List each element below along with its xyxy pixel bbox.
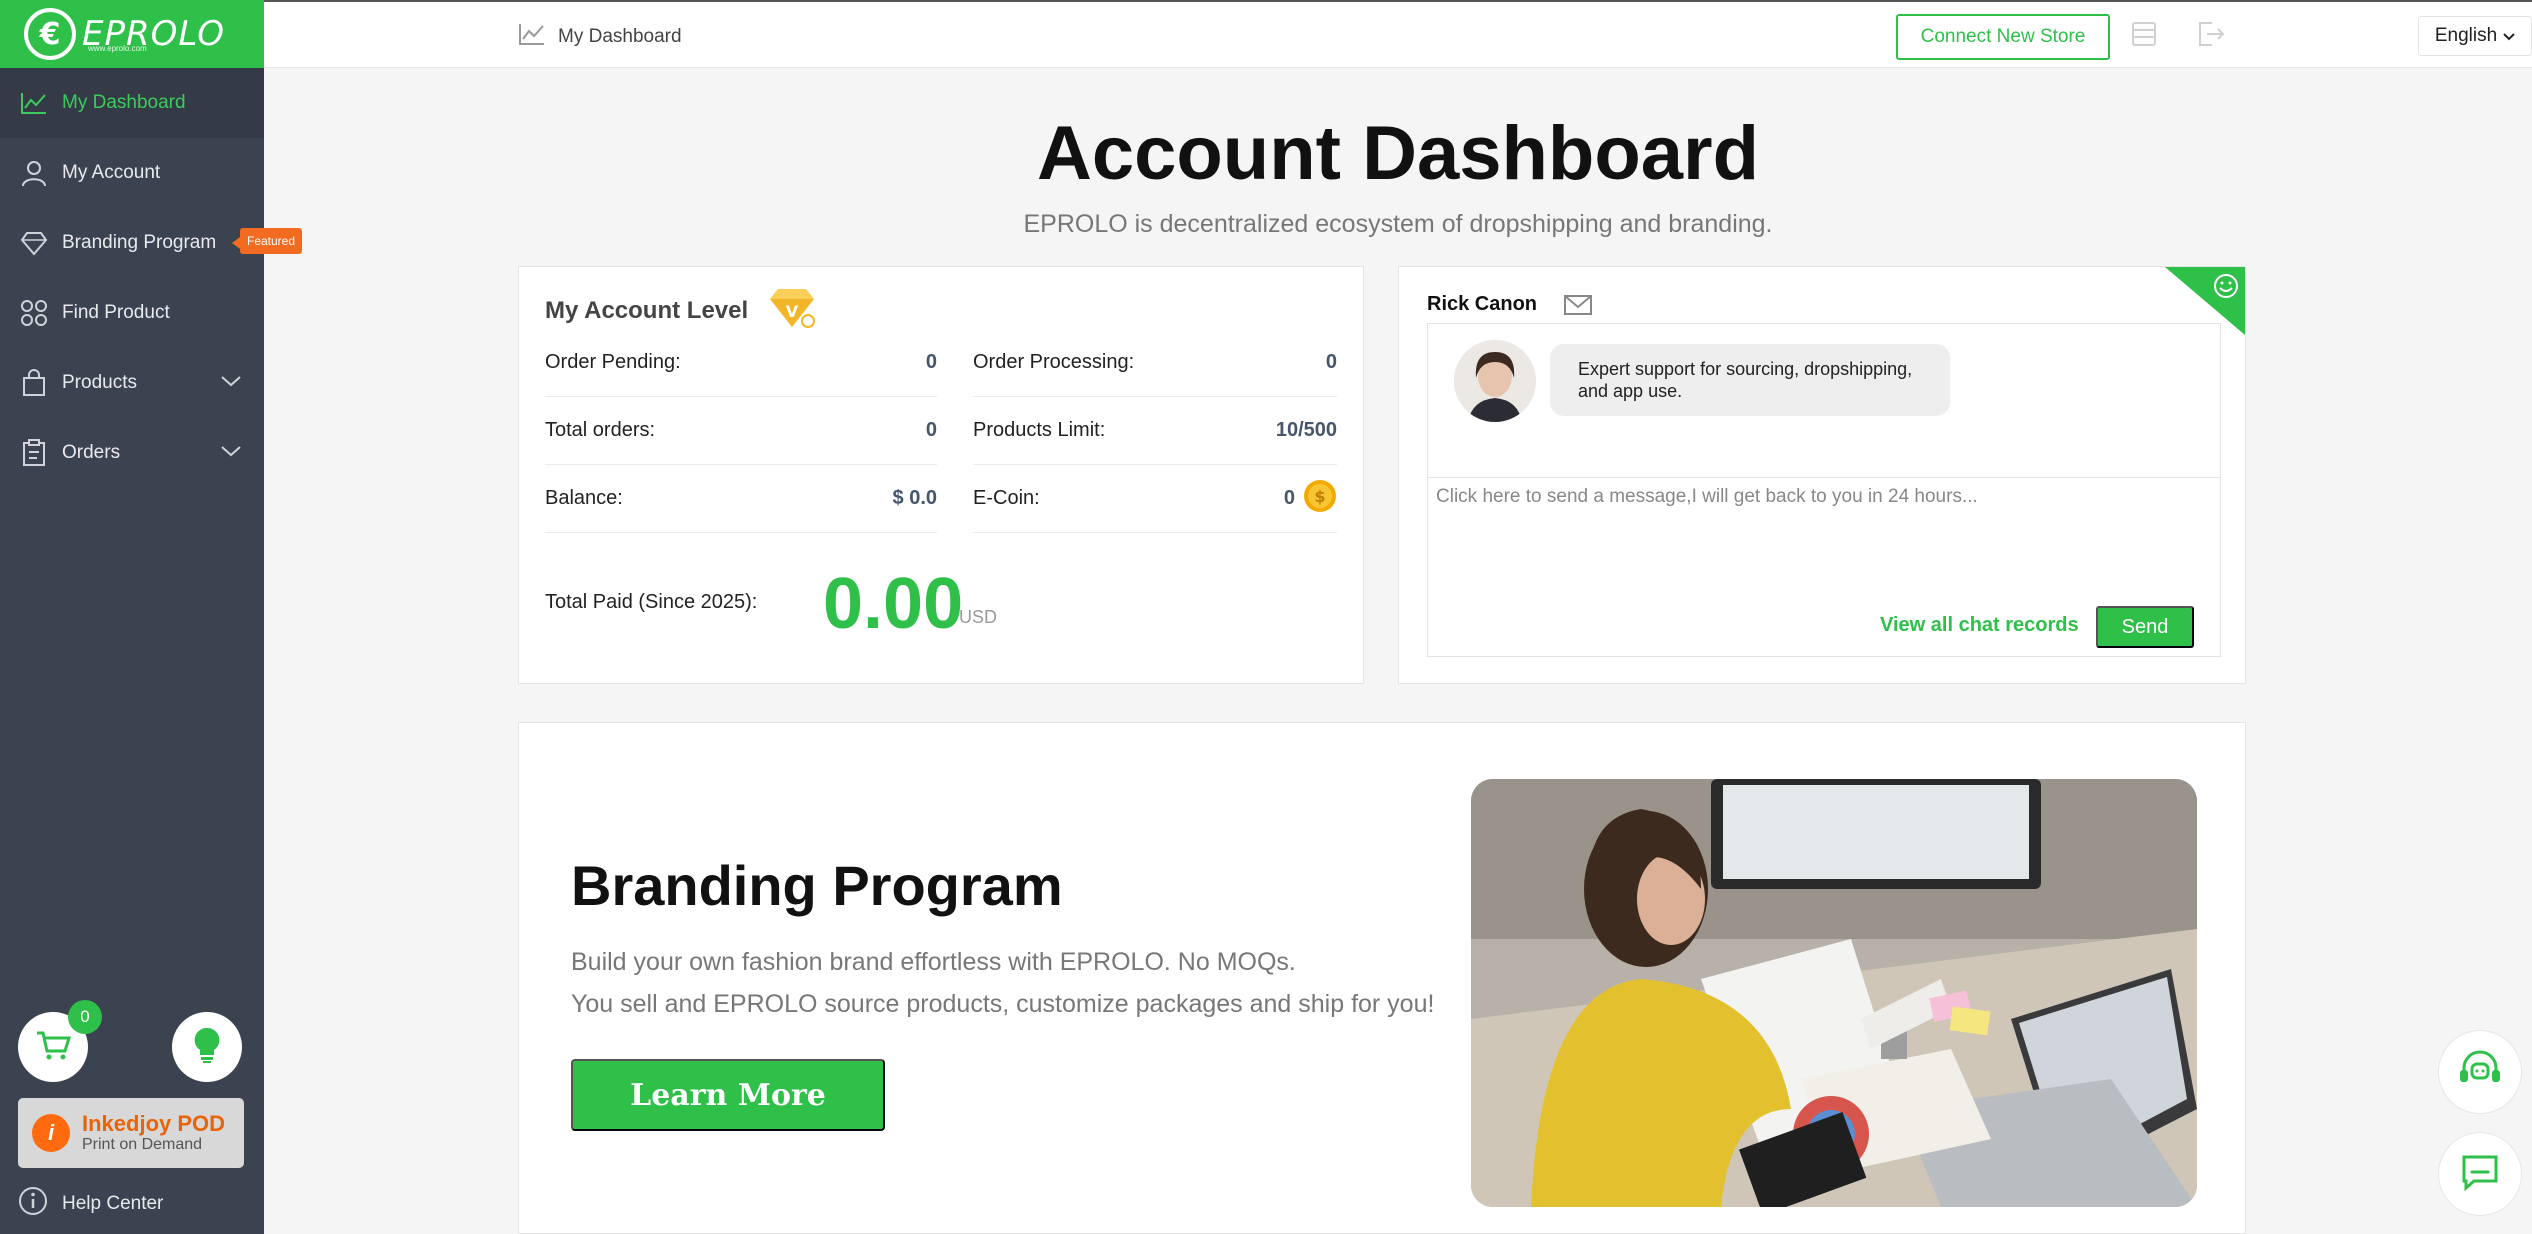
branding-photo <box>1471 779 2197 1207</box>
order-processing-label: Order Processing: <box>973 351 1135 373</box>
sidebar: € EPROLO www.eprolo.com My Dashboard My … <box>0 0 303 1234</box>
chat-message-bubble: Expert support for sourcing, dropshippin… <box>1550 344 1950 416</box>
order-pending-value: 0 <box>925 351 937 373</box>
support-chat-card: Rick Canon Expert support for sourcing, … <box>1398 266 2246 684</box>
send-button[interactable]: Send <box>2096 606 2194 648</box>
total-paid-currency: USD <box>959 607 998 627</box>
pod-subtitle: Print on Demand <box>82 1136 203 1153</box>
logo-url: www.eprolo.com <box>88 44 147 53</box>
branding-program-title: Branding Program <box>571 854 1063 917</box>
ecoin-value: 0 <box>1283 487 1295 509</box>
balance-label: Balance: <box>545 487 623 509</box>
page-title: Account Dashboard <box>1036 111 1760 196</box>
chat-box: Expert support for sourcing, dropshippin… <box>1427 323 2221 657</box>
customer-service-button[interactable] <box>2438 1030 2522 1114</box>
help-center-link[interactable]: Help Center <box>18 1186 163 1222</box>
learn-more-button[interactable]: Learn More <box>571 1059 885 1131</box>
cart-count-badge: 0 <box>68 1000 102 1034</box>
chevron-down-icon[interactable] <box>220 372 242 394</box>
branding-line-1: Build your own fashion brand effortless … <box>571 948 1296 976</box>
account-level-card: My Account Level V Order Pending: 0 Orde… <box>518 266 1364 684</box>
ecoin-row: E-Coin: 0 $ <box>973 465 1337 533</box>
chevron-down-icon[interactable] <box>220 442 242 464</box>
sidebar-item-label: Products <box>62 372 137 393</box>
branding-program-card: Branding Program Build your own fashion … <box>518 722 2246 1234</box>
diamond-icon <box>18 227 50 259</box>
balance-row: Balance: $ 0.0 <box>545 465 937 533</box>
clipboard-icon <box>18 437 50 469</box>
total-orders-label: Total orders: <box>545 419 656 441</box>
breadcrumb-label: My Dashboard <box>558 26 682 47</box>
logo[interactable]: € EPROLO www.eprolo.com <box>0 0 264 68</box>
order-pending-row: Order Pending: 0 <box>545 329 937 397</box>
sidebar-item-label: Branding Program <box>62 232 217 253</box>
chat-history: Expert support for sourcing, dropshippin… <box>1428 324 2220 478</box>
user-icon <box>18 157 50 189</box>
sidebar-item-label: My Account <box>62 162 161 183</box>
top-bar: My Dashboard Connect New Store English <box>264 0 2532 68</box>
total-paid-value: 0.00 <box>823 564 964 644</box>
branding-program-description: Build your own fashion brand effortless … <box>571 941 1434 1025</box>
products-limit-label: Products Limit: <box>973 419 1106 441</box>
total-orders-row: Total orders: 0 <box>545 397 937 465</box>
balance-value: $ 0.0 <box>892 487 937 509</box>
coin-icon: $ <box>1303 479 1337 519</box>
products-limit-row: Products Limit: 10/500 <box>973 397 1337 465</box>
grid-icon <box>18 297 50 329</box>
language-selector[interactable]: English <box>2418 16 2532 56</box>
logout-icon[interactable] <box>2196 20 2228 52</box>
sidebar-item-label: Orders <box>62 442 121 463</box>
breadcrumb: My Dashboard <box>518 22 682 52</box>
help-center-label: Help Center <box>62 1193 164 1214</box>
sidebar-item-products[interactable]: Products <box>0 348 264 418</box>
pod-title: Inkedjoy POD <box>82 1111 226 1136</box>
chart-line-icon <box>518 22 546 52</box>
order-processing-row: Order Processing: 0 <box>973 329 1337 397</box>
smiley-icon <box>2213 273 2239 299</box>
total-paid-label: Total Paid (Since 2025): <box>545 591 758 613</box>
sidebar-item-find-product[interactable]: Find Product <box>0 278 264 348</box>
connect-new-store-button[interactable]: Connect New Store <box>1896 14 2110 60</box>
account-level-label: My Account Level <box>545 296 749 324</box>
sidebar-item-label: My Dashboard <box>62 92 186 113</box>
page-subtitle: EPROLO is decentralized ecosystem of dro… <box>1023 210 1773 238</box>
ideas-button[interactable] <box>172 1012 242 1082</box>
inkedjoy-pod-card[interactable]: i Inkedjoy POD Print on Demand <box>18 1098 244 1168</box>
svg-text:$: $ <box>1314 487 1325 506</box>
bag-icon <box>18 367 50 399</box>
view-all-chat-records-link[interactable]: View all chat records <box>1880 614 2079 637</box>
database-icon[interactable] <box>2130 20 2162 52</box>
chart-line-icon <box>18 87 50 119</box>
agent-name: Rick Canon <box>1427 293 1538 315</box>
headset-icon <box>2456 1048 2504 1097</box>
sidebar-item-orders[interactable]: Orders <box>0 418 264 488</box>
sidebar-item-my-account[interactable]: My Account <box>0 138 264 208</box>
message-input[interactable]: Click here to send a message,I will get … <box>1436 486 1978 508</box>
language-label: English <box>2434 25 2498 46</box>
branding-line-2: You sell and EPROLO source products, cus… <box>571 990 1435 1018</box>
svg-text:V: V <box>786 302 799 321</box>
sidebar-item-branding-program[interactable]: Branding Program <box>0 208 264 278</box>
total-orders-value: 0 <box>925 419 937 441</box>
chat-bubble-icon <box>2460 1153 2500 1196</box>
order-processing-value: 0 <box>1325 351 1337 373</box>
products-limit-value: 10/500 <box>1275 419 1337 441</box>
logo-mark-icon: € <box>24 8 76 60</box>
sidebar-item-label: Find Product <box>62 302 170 323</box>
lightbulb-icon <box>192 1026 222 1069</box>
ecoin-label: E-Coin: <box>973 487 1040 509</box>
cart-icon <box>35 1029 72 1066</box>
mail-icon[interactable] <box>1563 293 1593 322</box>
info-icon <box>18 1186 48 1222</box>
sidebar-item-my-dashboard[interactable]: My Dashboard <box>0 68 264 138</box>
avatar <box>1454 340 1536 422</box>
inkedjoy-logo-icon: i <box>32 1114 70 1152</box>
order-pending-label: Order Pending: <box>545 351 681 373</box>
chevron-down-icon <box>2503 25 2515 47</box>
live-chat-button[interactable] <box>2438 1132 2522 1216</box>
